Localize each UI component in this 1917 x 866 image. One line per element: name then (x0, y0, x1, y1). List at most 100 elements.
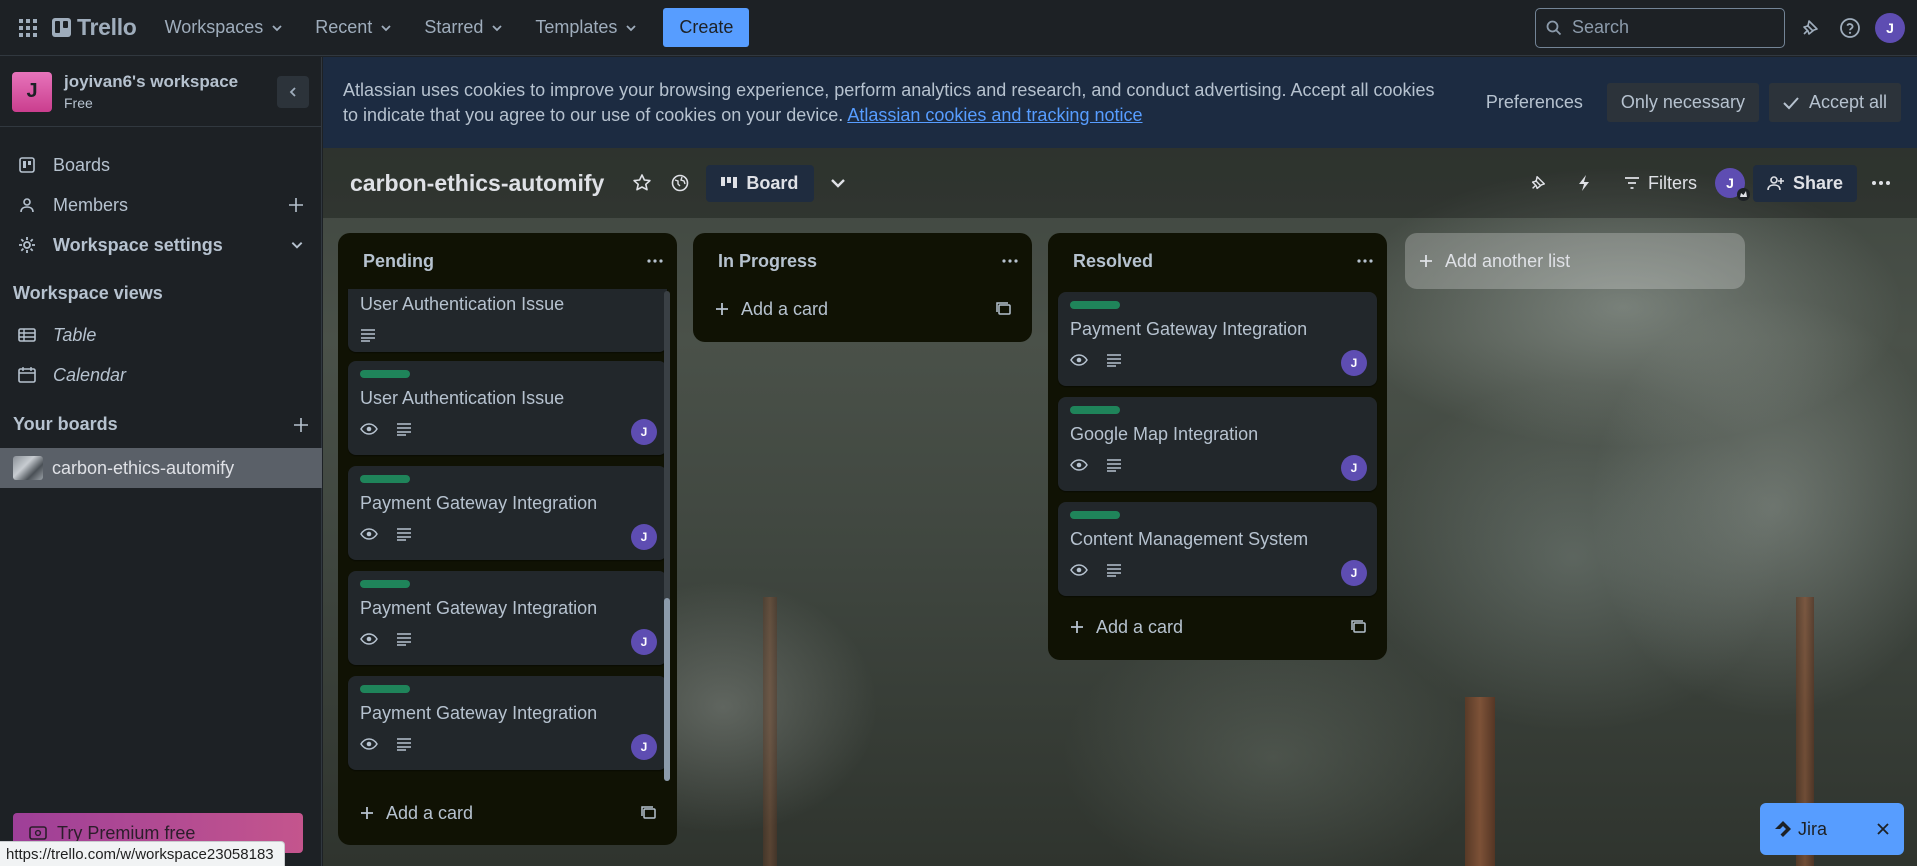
plus-icon (1071, 621, 1083, 633)
sidebar-item-table[interactable]: Table (0, 315, 322, 355)
sidebar-item-calendar[interactable]: Calendar (0, 355, 322, 395)
card-member-avatar[interactable]: J (1341, 560, 1367, 586)
power-ups-icon[interactable] (1522, 167, 1554, 199)
status-bar-url: https://trello.com/w/workspace23058183 (0, 841, 285, 866)
app-switcher-icon[interactable] (14, 14, 42, 42)
card[interactable]: Payment Gateway Integration J (348, 676, 667, 770)
description-icon (396, 422, 412, 436)
card[interactable]: Google Map Integration J (1058, 397, 1377, 491)
sidebar-item-workspace-settings[interactable]: Workspace settings (0, 225, 322, 265)
search-input[interactable]: Search (1535, 7, 1785, 48)
card-label-green[interactable] (360, 475, 410, 483)
card-label-green[interactable] (360, 685, 410, 693)
sidebar-item-boards[interactable]: Boards (0, 145, 322, 185)
workspace-plan: Free (64, 95, 93, 111)
star-icon[interactable] (626, 167, 658, 199)
board-thumbnail (13, 456, 43, 480)
trello-board-icon (18, 156, 36, 174)
card-member-avatar[interactable]: J (631, 419, 657, 445)
nav-templates[interactable]: Templates (525, 9, 647, 46)
create-from-template-icon[interactable] (641, 806, 657, 820)
sidebar-item-members[interactable]: Members (0, 185, 322, 225)
list-header[interactable]: In Progress (693, 233, 1032, 289)
workspace-name[interactable]: joyivan6's workspace (64, 72, 238, 92)
create-button[interactable]: Create (663, 8, 750, 47)
watch-eye-icon (360, 528, 378, 540)
card-label-green[interactable] (1070, 511, 1120, 519)
cookie-only-necessary-button[interactable]: Only necessary (1606, 83, 1759, 122)
card-member-avatar[interactable]: J (1341, 350, 1367, 376)
nav-workspaces[interactable]: Workspaces (155, 9, 294, 46)
card-label-green[interactable] (1070, 301, 1120, 309)
add-card-button[interactable]: Add a card (1058, 607, 1377, 647)
list-header[interactable]: Resolved (1048, 233, 1387, 289)
cookie-notice-link[interactable]: Atlassian cookies and tracking notice (847, 105, 1142, 125)
card-label-green[interactable] (1070, 406, 1120, 414)
card[interactable]: User Authentication Issue J (348, 361, 667, 455)
add-member-icon[interactable] (288, 197, 304, 213)
card-member-avatar[interactable]: J (631, 524, 657, 550)
board-view-button[interactable]: Board (706, 164, 815, 202)
nav-recent[interactable]: Recent (305, 9, 402, 46)
jira-icon (1775, 821, 1791, 837)
add-person-icon (1767, 176, 1784, 191)
list-actions-icon[interactable] (1002, 259, 1018, 263)
notifications-icon[interactable] (1795, 13, 1825, 43)
create-from-template-icon[interactable] (996, 302, 1012, 316)
card-member-avatar[interactable]: J (631, 734, 657, 760)
board-member-avatar[interactable]: J (1714, 168, 1750, 201)
card-title: User Authentication Issue (360, 388, 565, 408)
cookie-preferences-button[interactable]: Preferences (1472, 83, 1597, 122)
card[interactable]: Payment Gateway Integration J (348, 571, 667, 665)
list-actions-icon[interactable] (1357, 259, 1373, 263)
description-icon (1106, 353, 1122, 367)
card[interactable]: Payment Gateway Integration J (348, 466, 667, 560)
automation-icon[interactable] (1568, 167, 1600, 199)
card[interactable]: Payment Gateway Integration J (1058, 292, 1377, 386)
card[interactable]: User Authentication Issue (348, 289, 667, 352)
your-boards-heading: Your boards (13, 414, 309, 435)
sidebar-board-item[interactable]: carbon-ethics-automify (0, 448, 322, 488)
workspace-views-heading: Workspace views (13, 283, 163, 303)
share-button[interactable]: Share (1752, 164, 1857, 202)
watch-eye-icon (360, 423, 378, 435)
collapse-sidebar-button[interactable] (277, 75, 309, 108)
user-avatar[interactable]: J (1875, 12, 1905, 43)
watch-eye-icon (360, 738, 378, 750)
trello-logo[interactable]: Trello (52, 14, 137, 41)
add-card-button[interactable]: Add a card (703, 289, 1022, 329)
list-scrollbar-thumb[interactable] (664, 598, 670, 781)
table-icon (18, 326, 36, 344)
add-board-icon[interactable] (293, 417, 309, 433)
sidebar: J joyivan6's workspace Free Boards Membe… (0, 57, 322, 866)
description-icon (396, 632, 412, 646)
cookie-message: Atlassian uses cookies to improve your b… (343, 79, 1435, 125)
jira-widget[interactable]: Jira (1760, 803, 1904, 855)
plus-icon (1420, 255, 1432, 267)
help-icon[interactable] (1835, 13, 1865, 43)
cookie-accept-all-button[interactable]: Accept all (1768, 83, 1901, 122)
create-from-template-icon[interactable] (1351, 620, 1367, 634)
chevron-down-icon[interactable] (822, 167, 854, 199)
card-member-avatar[interactable]: J (1341, 455, 1367, 481)
card-title: Payment Gateway Integration (360, 598, 598, 618)
card-label-green[interactable] (360, 580, 410, 588)
visibility-globe-icon[interactable] (664, 167, 696, 199)
card-member-avatar[interactable]: J (631, 629, 657, 655)
close-icon[interactable] (1876, 822, 1890, 836)
more-options-icon[interactable] (1865, 167, 1897, 199)
add-card-button[interactable]: Add a card (348, 793, 667, 833)
board-view-icon (721, 177, 738, 188)
filters-button[interactable]: Filters (1614, 167, 1707, 200)
plus-icon (361, 807, 373, 819)
card[interactable]: Content Management System J (1058, 502, 1377, 596)
card-label-green[interactable] (360, 370, 410, 378)
list-actions-icon[interactable] (647, 259, 663, 263)
chevron-down-icon (492, 24, 502, 31)
list-header[interactable]: Pending (338, 233, 677, 289)
top-bar: Trello Workspaces Recent Starred Templat… (0, 0, 1917, 56)
nav-starred[interactable]: Starred (414, 9, 513, 46)
board-title[interactable]: carbon-ethics-automify (350, 170, 604, 197)
workspace-avatar[interactable]: J (12, 71, 52, 112)
add-another-list-button[interactable]: Add another list (1405, 233, 1745, 289)
